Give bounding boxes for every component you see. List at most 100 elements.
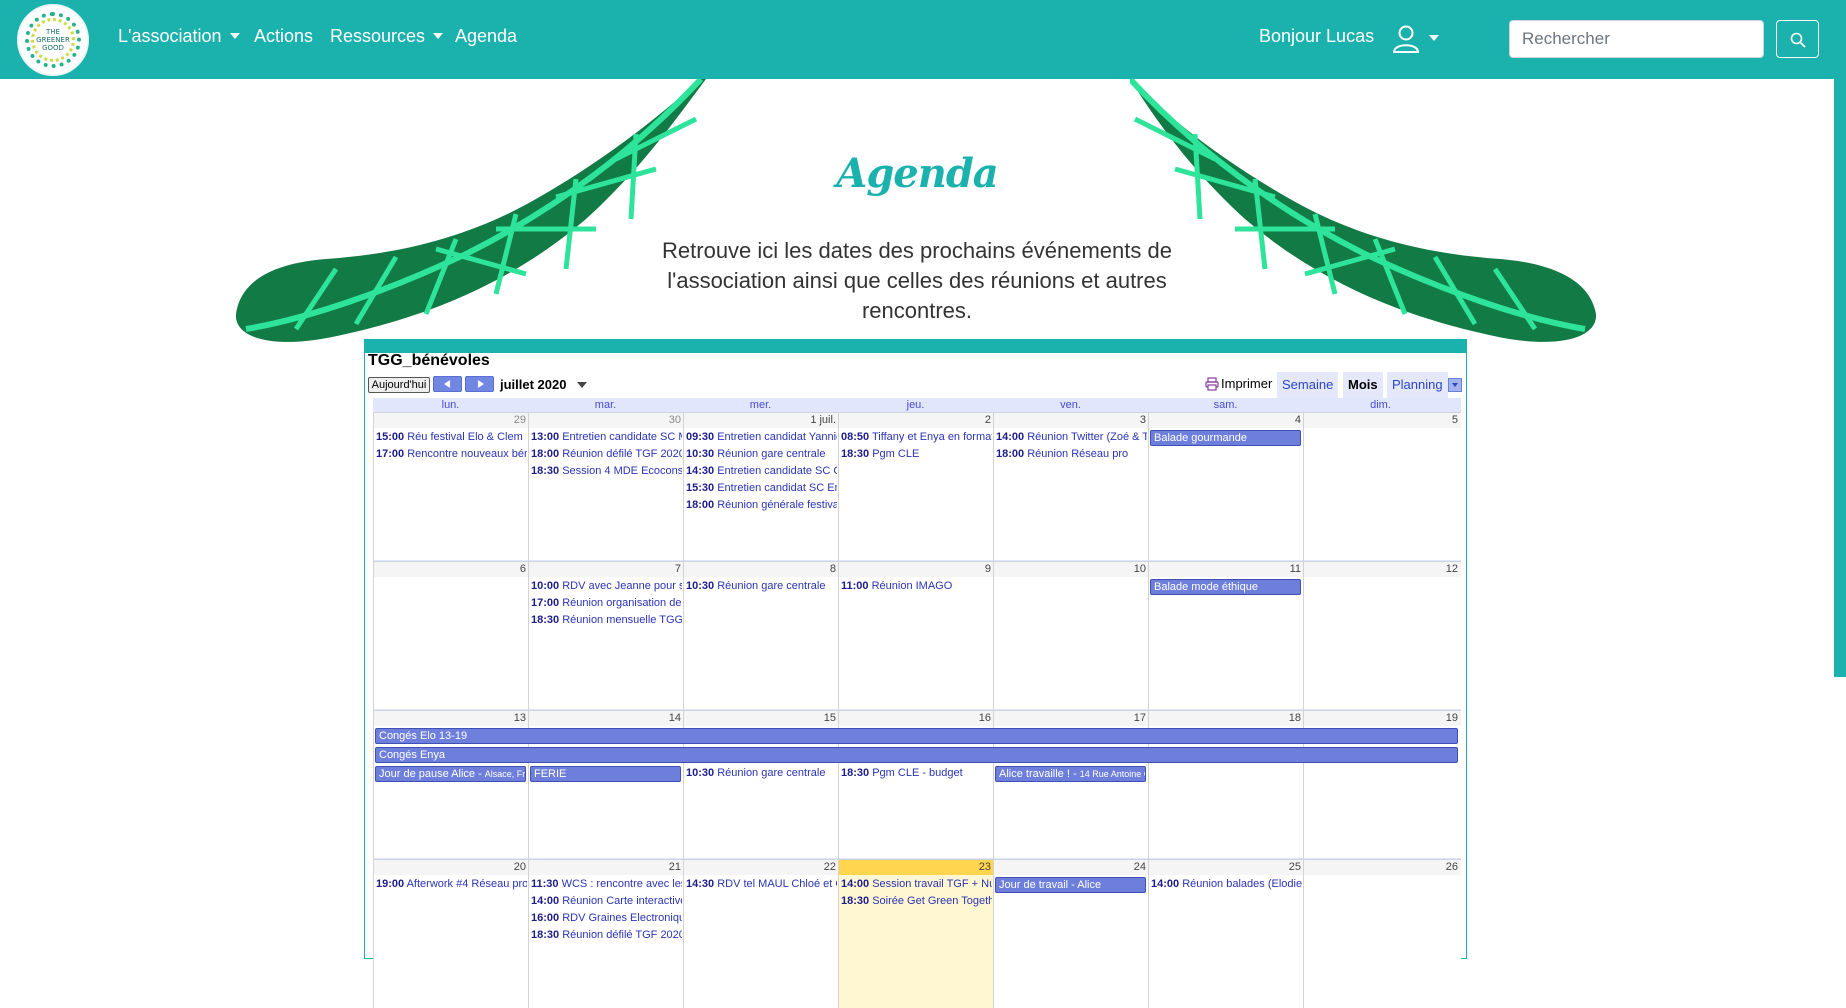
calendar-event[interactable]: 14:00 Réunion Carte interactive — [531, 894, 682, 908]
day-number[interactable]: 12 — [1446, 563, 1458, 575]
day-number[interactable]: 30 — [669, 414, 681, 426]
day-number[interactable]: 3 — [1140, 414, 1146, 426]
allday-event[interactable]: Balade gourmande — [1150, 430, 1301, 446]
calendar-event[interactable]: 17:00 Rencontre nouveaux bénévoles — [376, 447, 527, 461]
calendar-event[interactable]: 10:30 Réunion gare centrale — [686, 579, 837, 593]
nav-association[interactable]: L'association — [118, 26, 240, 47]
allday-event[interactable]: Congés Enya — [375, 747, 1458, 763]
current-month[interactable]: juillet 2020 — [500, 377, 566, 392]
day-cell[interactable]: 12 — [1303, 562, 1461, 710]
day-number[interactable]: 14 — [669, 712, 681, 724]
allday-event[interactable]: Balade mode éthique — [1150, 579, 1301, 595]
day-number[interactable]: 15 — [824, 712, 836, 724]
day-number[interactable]: 17 — [1134, 712, 1146, 724]
calendar-event[interactable]: 13:00 Entretien candidate SC Mathilde — [531, 430, 682, 444]
day-number[interactable]: 23 — [979, 861, 991, 873]
calendar-event[interactable]: 15:00 Réu festival Elo & Clem — [376, 430, 527, 444]
calendar-event[interactable]: 14:30 RDV tel MAUL Chloé et Clara — [686, 877, 837, 891]
event-time: 10:30 — [686, 448, 715, 460]
calendar-event[interactable]: 10:00 RDV avec Jeanne pour stage — [531, 579, 682, 593]
day-number[interactable]: 16 — [979, 712, 991, 724]
calendar-event[interactable]: 18:30 Soirée Get Green Together — [841, 894, 992, 908]
calendar-event[interactable]: 18:30 Session 4 MDE Ecoconseils — [531, 464, 682, 478]
calendar-event[interactable]: 14:00 Session travail TGF + Nuage — [841, 877, 992, 891]
calendar-event[interactable]: 09:30 Entretien candidat Yannick — [686, 430, 837, 444]
user-menu-chevron-icon[interactable] — [1429, 35, 1439, 41]
day-number[interactable]: 6 — [520, 563, 526, 575]
month-dropdown-icon[interactable] — [577, 382, 587, 388]
calendar-event[interactable]: 18:30 Réunion mensuelle TGG — [531, 613, 682, 627]
print-button[interactable]: Imprimer — [1205, 376, 1272, 391]
day-number[interactable]: 1 juil. — [810, 414, 836, 426]
day-number[interactable]: 24 — [1134, 861, 1146, 873]
calendar-event[interactable]: 11:00 Réunion IMAGO — [841, 579, 992, 593]
calendar-event[interactable]: 18:00 Réunion défilé TGF 2020 — [531, 447, 682, 461]
calendar-event[interactable]: 18:00 Réunion générale festival — [686, 498, 837, 512]
logo[interactable]: THE GREENER GOOD — [17, 4, 89, 76]
view-tab-month[interactable]: Mois — [1343, 372, 1383, 398]
day-number[interactable]: 7 — [675, 563, 681, 575]
day-number[interactable]: 29 — [514, 414, 526, 426]
user-icon[interactable] — [1391, 24, 1421, 54]
day-number[interactable]: 26 — [1446, 861, 1458, 873]
allday-event[interactable]: Jour de travail - Alice — [995, 877, 1146, 893]
nav-ressources[interactable]: Ressources — [330, 26, 444, 47]
search-button[interactable] — [1776, 20, 1819, 58]
nav-agenda[interactable]: Agenda — [455, 26, 517, 47]
day-number[interactable]: 13 — [514, 712, 526, 724]
day-number[interactable]: 20 — [514, 861, 526, 873]
event-title: Réunion Réseau pro — [1027, 448, 1129, 460]
calendar-event[interactable]: 18:30 Pgm CLE — [841, 447, 992, 461]
day-number[interactable]: 19 — [1446, 712, 1458, 724]
allday-event[interactable]: Jour de pause Alice - Alsace, France — [375, 766, 526, 782]
day-number[interactable]: 11 — [1290, 563, 1301, 575]
logo-line-2: GREENER — [36, 36, 70, 44]
view-tab-week[interactable]: Semaine — [1277, 372, 1339, 398]
calendar-event[interactable]: 16:00 RDV Graines Electroniques — [531, 911, 682, 925]
day-number[interactable]: 21 — [669, 861, 681, 873]
day-number[interactable]: 9 — [985, 563, 991, 575]
day-cell[interactable]: 26 — [1303, 860, 1461, 1008]
chevron-down-icon — [433, 33, 444, 39]
day-number[interactable]: 18 — [1289, 712, 1301, 724]
calendar-event[interactable]: 18:00 Réunion Réseau pro — [996, 447, 1147, 461]
page-scrollbar[interactable] — [1834, 79, 1846, 677]
day-number[interactable]: 25 — [1289, 861, 1301, 873]
weekday-header: sam. — [1213, 399, 1238, 411]
printer-icon — [1205, 377, 1219, 391]
day-number[interactable]: 10 — [1134, 563, 1146, 575]
day-cell[interactable]: 10 — [993, 562, 1149, 710]
calendar-event[interactable]: 18:30 Pgm CLE - budget — [841, 766, 992, 780]
day-number[interactable]: 22 — [824, 861, 836, 873]
allday-event[interactable]: Congés Elo 13-19 — [375, 728, 1458, 744]
calendar-event[interactable]: 11:30 WCS : rencontre avec les étudiants — [531, 877, 682, 891]
allday-event[interactable]: Alice travaille ! - 14 Rue Antoine Chant… — [995, 766, 1146, 782]
calendar-event[interactable]: 10:30 Réunion gare centrale — [686, 447, 837, 461]
day-number[interactable]: 4 — [1295, 414, 1301, 426]
calendar-event[interactable]: 17:00 Réunion organisation des balades — [531, 596, 682, 610]
prev-month-button[interactable] — [433, 376, 462, 392]
day-cell[interactable]: 5 — [1303, 413, 1461, 561]
event-time: 18:00 — [686, 499, 715, 511]
calendar-event[interactable]: 15:30 Entretien candidat SC Enzo — [686, 481, 837, 495]
day-number[interactable]: 5 — [1452, 414, 1458, 426]
next-month-button[interactable] — [465, 376, 494, 392]
nav-actions[interactable]: Actions — [254, 26, 313, 47]
view-more-button[interactable] — [1448, 378, 1462, 392]
calendar-event[interactable]: 14:00 Réunion Twitter (Zoé & Tiffany) — [996, 430, 1147, 444]
today-button[interactable]: Aujourd'hui — [368, 377, 430, 393]
day-cell[interactable]: 6 — [373, 562, 529, 710]
calendar-event[interactable]: 14:30 Entretien candidate SC Clara — [686, 464, 837, 478]
view-tab-agenda[interactable]: Planning — [1387, 372, 1448, 398]
weekday-header: ven. — [1060, 399, 1081, 411]
event-title: Réunion gare centrale — [717, 580, 826, 592]
day-number[interactable]: 2 — [985, 414, 991, 426]
calendar-event[interactable]: 10:30 Réunion gare centrale — [686, 766, 837, 780]
calendar-event[interactable]: 08:50 Tiffany et Enya en formation — [841, 430, 992, 444]
calendar-event[interactable]: 18:30 Réunion défilé TGF 2020 — [531, 928, 682, 942]
allday-event[interactable]: FERIE — [530, 766, 681, 782]
search-input[interactable] — [1509, 20, 1764, 58]
day-number[interactable]: 8 — [830, 563, 836, 575]
calendar-event[interactable]: 19:00 Afterwork #4 Réseau pro — [376, 877, 527, 891]
calendar-event[interactable]: 14:00 Réunion balades (Elodie, Clara) — [1151, 877, 1302, 891]
